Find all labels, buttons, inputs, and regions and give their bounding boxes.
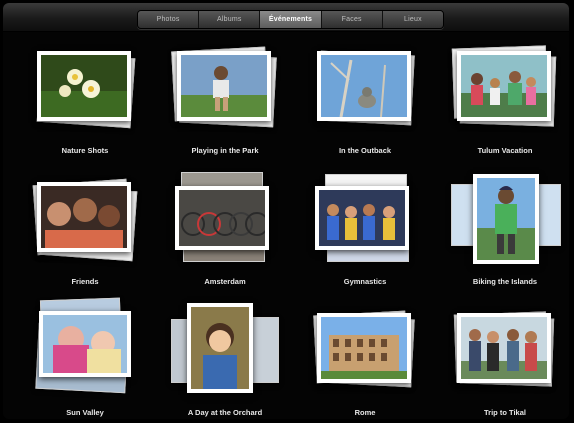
- app-window: Photos Albums Événements Faces Lieux Nat…: [3, 3, 569, 419]
- event-tile[interactable]: Playing in the Park: [155, 46, 295, 169]
- photo-stack: [35, 297, 135, 395]
- photo-stack: [315, 174, 415, 264]
- cover-photo: [457, 51, 551, 121]
- cover-photo: [457, 313, 551, 383]
- events-grid: Nature Shots Playing in the Park In the …: [3, 41, 569, 419]
- cover-photo: [315, 186, 409, 250]
- cover-photo: [37, 51, 131, 121]
- tab-events[interactable]: Événements: [260, 11, 322, 28]
- event-tile[interactable]: Rome: [295, 310, 435, 419]
- cover-photo: [177, 51, 271, 121]
- event-tile[interactable]: In the Outback: [295, 49, 435, 169]
- tab-places[interactable]: Lieux: [382, 11, 443, 28]
- event-tile[interactable]: Nature Shots: [15, 49, 155, 169]
- photo-stack: [451, 45, 557, 133]
- photo-stack: [451, 174, 561, 264]
- tab-photos[interactable]: Photos: [138, 11, 200, 28]
- event-tile[interactable]: Sun Valley: [15, 297, 155, 419]
- cover-photo: [37, 182, 131, 252]
- event-title: Amsterdam: [204, 277, 246, 286]
- event-tile[interactable]: Friends: [15, 178, 155, 300]
- event-title: Biking the Islands: [472, 277, 538, 286]
- photo-stack: [175, 172, 275, 264]
- photo-stack: [453, 311, 555, 395]
- view-segmented-control: Photos Albums Événements Faces Lieux: [137, 10, 444, 29]
- tab-albums[interactable]: Albums: [199, 11, 261, 28]
- photo-stack: [171, 46, 277, 133]
- event-title: Sun Valley: [66, 408, 104, 417]
- event-title: Rome: [354, 408, 376, 417]
- event-title: Gymnastics: [343, 277, 387, 286]
- cover-photo: [317, 51, 411, 121]
- event-title: Playing in the Park: [191, 146, 259, 155]
- event-tile[interactable]: Amsterdam: [155, 172, 295, 300]
- cover-photo: [175, 186, 269, 250]
- event-title: Tulum Vacation: [477, 146, 533, 155]
- photo-stack: [32, 178, 138, 264]
- cover-photo: [187, 303, 253, 393]
- cover-photo: [317, 313, 411, 383]
- event-tile[interactable]: Biking the Islands: [435, 174, 569, 300]
- cover-photo: [473, 174, 539, 264]
- photo-stack: [35, 49, 136, 133]
- top-toolbar: Photos Albums Événements Faces Lieux: [3, 3, 569, 32]
- photo-stack: [171, 303, 279, 395]
- cover-photo: [39, 311, 131, 377]
- tab-faces[interactable]: Faces: [321, 11, 383, 28]
- event-tile[interactable]: A Day at the Orchard: [155, 303, 295, 419]
- event-title: Nature Shots: [61, 146, 109, 155]
- event-tile[interactable]: Tulum Vacation: [435, 45, 569, 169]
- photo-stack: [313, 310, 415, 395]
- photo-stack: [315, 49, 415, 133]
- event-tile[interactable]: Gymnastics: [295, 174, 435, 300]
- event-title: A Day at the Orchard: [187, 408, 263, 417]
- event-title: In the Outback: [338, 146, 392, 155]
- event-title: Friends: [71, 277, 99, 286]
- event-title: Trip to Tikal: [484, 408, 526, 417]
- event-tile[interactable]: Trip to Tikal: [435, 311, 569, 419]
